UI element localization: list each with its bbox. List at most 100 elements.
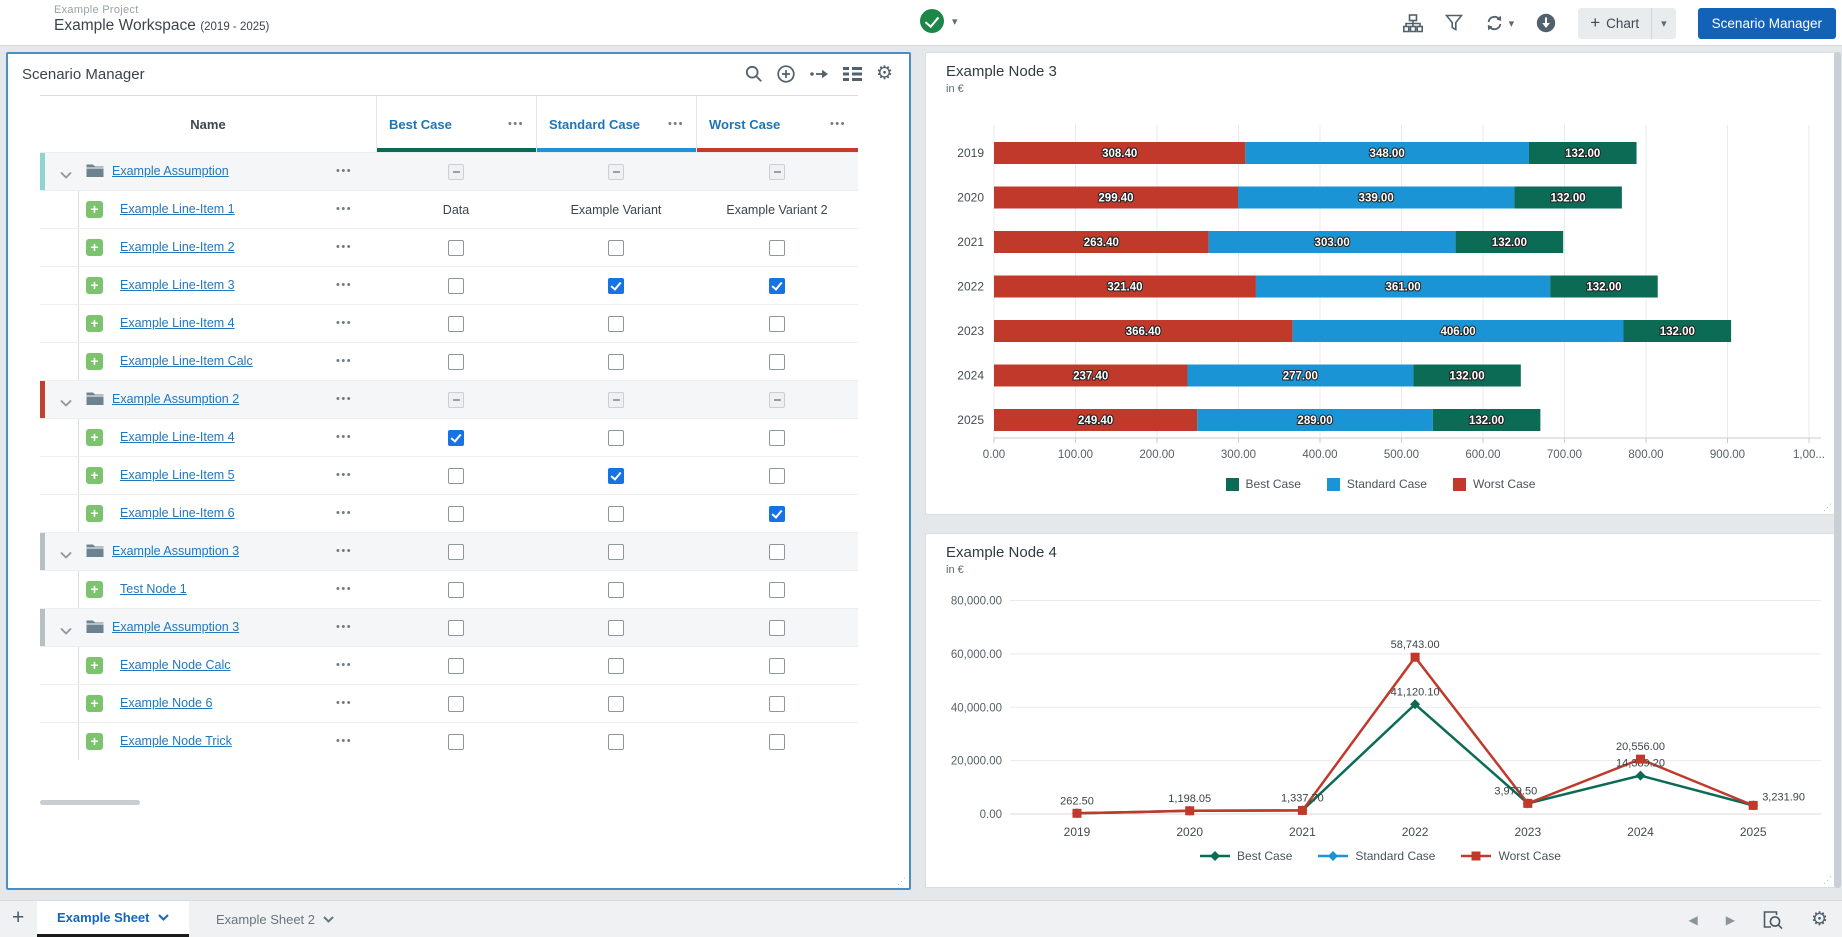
row-menu-button[interactable]: ••• [336,469,352,481]
row-link[interactable]: Example Assumption 3 [112,620,239,634]
filter-icon[interactable] [1445,14,1463,32]
row-link[interactable]: Example Assumption 3 [112,544,239,558]
scenario-link[interactable]: Standard Case [549,117,640,132]
panel-resize-handle[interactable]: ⋰ [1823,502,1832,513]
scenario-checkbox-off[interactable] [608,316,624,332]
row-expand-chevron[interactable] [60,546,72,564]
sitemap-icon[interactable] [1403,14,1423,33]
row-link[interactable]: Test Node 1 [120,582,187,596]
download-icon[interactable] [1536,13,1556,33]
row-menu-button[interactable]: ••• [336,697,352,709]
scenario-checkbox-off[interactable] [608,354,624,370]
row-link[interactable]: Example Line-Item 6 [120,506,235,520]
add-circle-icon[interactable] [777,65,795,83]
scenario-checkbox-on[interactable] [608,278,624,294]
row-menu-button[interactable]: ••• [336,393,352,405]
scenario-checkbox-off[interactable] [448,658,464,674]
panel-resize-handle[interactable]: ⋰ [1823,875,1832,886]
scenario-checkbox-off[interactable] [448,278,464,294]
scenario-checkbox-off[interactable] [769,316,785,332]
row-link[interactable]: Example Node 6 [120,696,212,710]
scenario-checkbox-off[interactable] [769,582,785,598]
scenario-checkbox-on[interactable] [608,468,624,484]
scenario-checkbox-off[interactable] [608,430,624,446]
row-expand-chevron[interactable] [60,394,72,412]
prev-icon[interactable]: ◀ [1688,913,1697,927]
row-link[interactable]: Example Line-Item 4 [120,430,235,444]
row-link[interactable]: Example Assumption 2 [112,392,239,406]
row-menu-button[interactable]: ••• [336,203,352,215]
scenario-link[interactable]: Best Case [389,117,452,132]
scenario-checkbox-off[interactable] [448,734,464,750]
scenario-checkbox-off[interactable] [608,696,624,712]
scenario-checkbox-mixed[interactable] [448,164,464,180]
scenario-checkbox-off[interactable] [448,316,464,332]
scenario-checkbox-off[interactable] [769,430,785,446]
row-menu-button[interactable]: ••• [336,735,352,747]
scenario-checkbox-off[interactable] [608,658,624,674]
row-menu-button[interactable]: ••• [336,659,352,671]
panel-resize-handle[interactable]: ⋰ [897,876,906,887]
scenario-checkbox-on[interactable] [769,278,785,294]
row-menu-button[interactable]: ••• [336,355,352,367]
row-link[interactable]: Example Line-Item 3 [120,278,235,292]
column-menu-button[interactable]: ••• [668,118,684,130]
scenario-checkbox-mixed[interactable] [769,164,785,180]
search-icon[interactable] [745,65,763,83]
scenario-checkbox-off[interactable] [769,620,785,636]
scenario-link[interactable]: Worst Case [709,117,780,132]
gear-icon[interactable]: ⚙ [1811,911,1828,929]
row-link[interactable]: Example Line-Item 1 [120,202,235,216]
scenario-checkbox-off[interactable] [608,506,624,522]
refresh-dropdown[interactable]: ▾ [1485,14,1515,32]
row-menu-button[interactable]: ••• [336,279,352,291]
scenario-checkbox-off[interactable] [769,240,785,256]
row-link[interactable]: Example Node Trick [120,734,232,748]
scenario-checkbox-off[interactable] [448,620,464,636]
add-chart-caret[interactable]: ▾ [1651,8,1676,39]
check-circle-icon[interactable] [920,9,944,33]
row-menu-button[interactable]: ••• [336,583,352,595]
next-icon[interactable]: ▶ [1726,913,1735,927]
column-menu-button[interactable]: ••• [508,118,524,130]
row-link[interactable]: Example Node Calc [120,658,230,672]
row-menu-button[interactable]: ••• [336,317,352,329]
scenario-checkbox-off[interactable] [448,544,464,560]
preview-search-icon[interactable] [1763,910,1783,930]
scenario-checkbox-off[interactable] [448,696,464,712]
scenario-checkbox-off[interactable] [769,734,785,750]
vertical-scrollbar[interactable] [1834,52,1841,888]
scenario-manager-button[interactable]: Scenario Manager [1698,8,1836,39]
row-expand-chevron[interactable] [60,166,72,184]
scenario-checkbox-off[interactable] [769,468,785,484]
status-dropdown[interactable]: ▾ [920,9,958,33]
row-menu-button[interactable]: ••• [336,545,352,557]
row-menu-button[interactable]: ••• [336,431,352,443]
jump-to-icon[interactable] [809,65,829,83]
row-link[interactable]: Example Line-Item 5 [120,468,235,482]
tab-example-sheet[interactable]: Example Sheet [37,901,189,937]
row-link[interactable]: Example Line-Item 2 [120,240,235,254]
scenario-checkbox-mixed[interactable] [448,392,464,408]
scenario-checkbox-mixed[interactable] [608,392,624,408]
scenario-checkbox-off[interactable] [769,696,785,712]
tab-example-sheet-2[interactable]: Example Sheet 2 [196,901,354,937]
horizontal-scrollbar[interactable] [40,800,140,805]
scenario-checkbox-off[interactable] [608,582,624,598]
scenario-checkbox-off[interactable] [448,240,464,256]
list-icon[interactable] [843,66,862,82]
scenario-checkbox-mixed[interactable] [608,164,624,180]
scenario-checkbox-off[interactable] [448,468,464,484]
scenario-checkbox-off[interactable] [448,506,464,522]
row-link[interactable]: Example Assumption [112,164,229,178]
scenario-checkbox-off[interactable] [448,582,464,598]
row-menu-button[interactable]: ••• [336,241,352,253]
scenario-checkbox-off[interactable] [769,658,785,674]
scenario-checkbox-off[interactable] [608,240,624,256]
gear-icon[interactable]: ⚙ [876,65,893,83]
scenario-checkbox-off[interactable] [608,544,624,560]
row-menu-button[interactable]: ••• [336,165,352,177]
row-link[interactable]: Example Line-Item 4 [120,316,235,330]
scenario-checkbox-on[interactable] [448,430,464,446]
scenario-checkbox-off[interactable] [769,544,785,560]
